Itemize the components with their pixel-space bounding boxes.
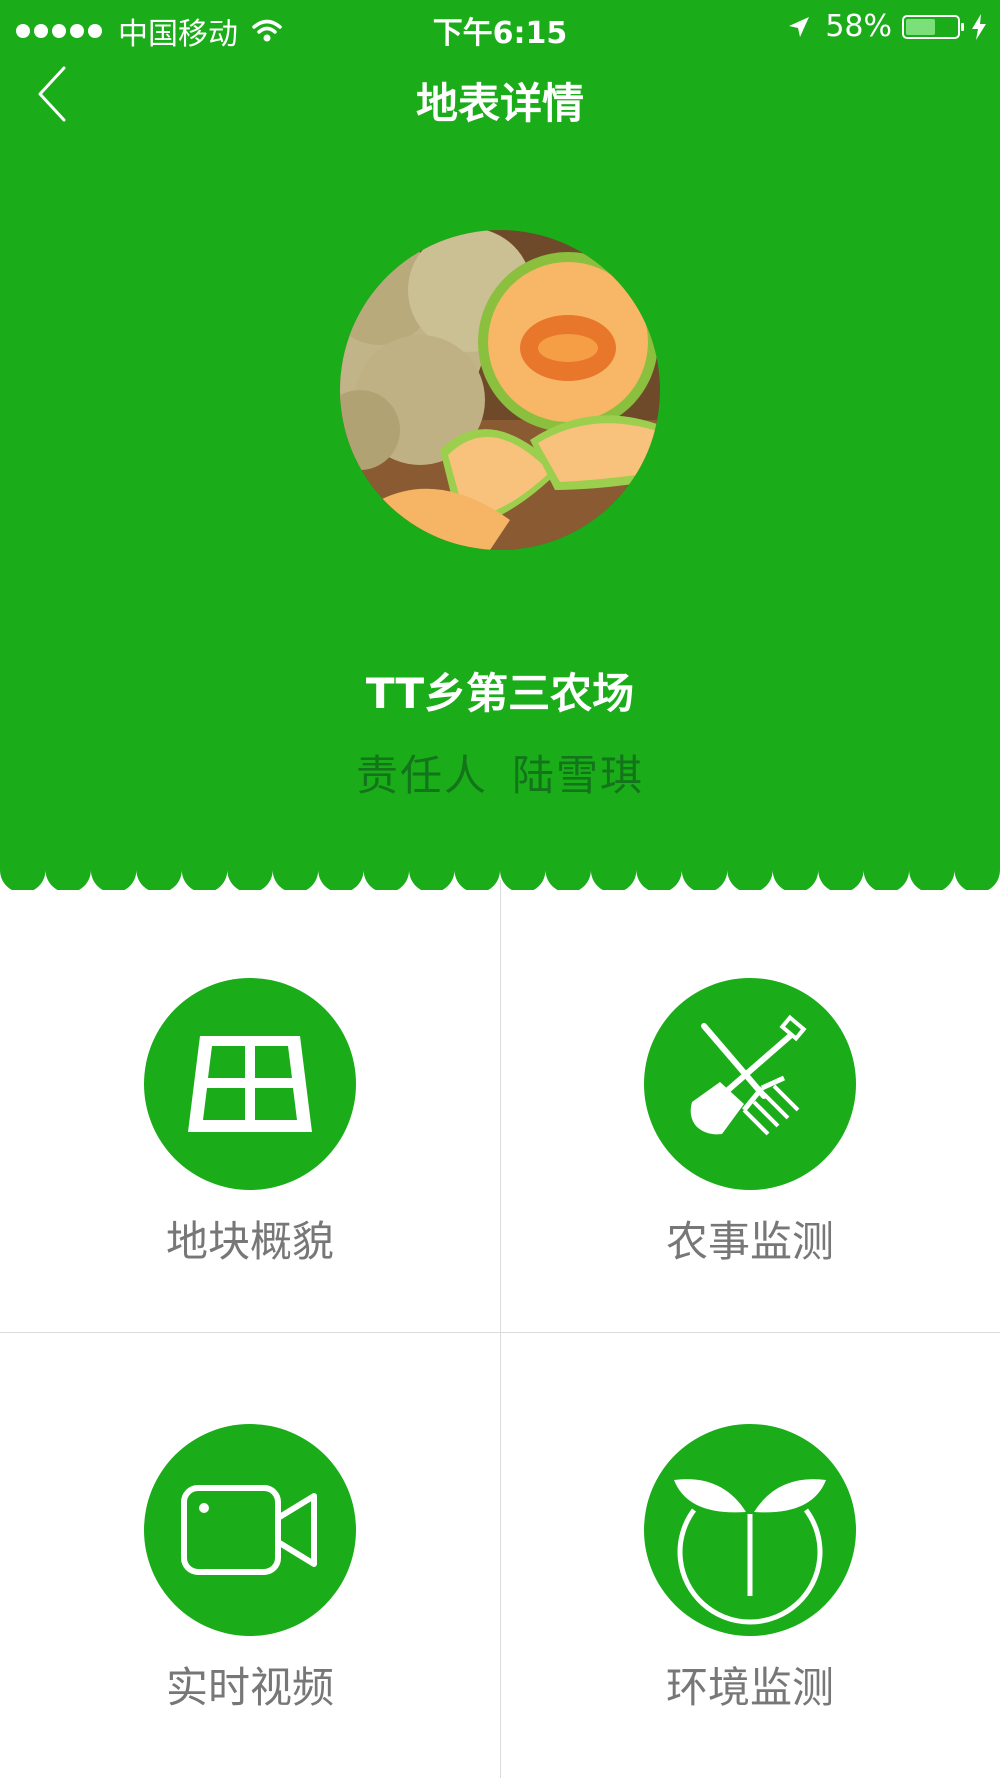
owner-label: 责任人 [355,751,488,800]
menu-label-farming-monitor: 农事监测 [665,1217,834,1266]
menu-label-environment-monitor: 环境监测 [665,1663,834,1712]
farm-name: TT乡第三农场 [365,669,635,718]
charging-bolt-icon [972,13,986,40]
menu-tile-farming-monitor[interactable]: 农事监测 [500,880,1000,1320]
farm-avatar [340,230,660,550]
shovel-fork-icon [644,978,856,1190]
menu-tile-plot-overview[interactable]: 地块概貌 [0,880,500,1320]
video-camera-icon [144,1424,356,1636]
owner-line: 责任人 陆雪琪 [0,742,1000,803]
battery-icon [902,14,964,39]
sprout-icon [644,1424,856,1636]
plot-grid-icon [144,978,356,1190]
page-title: 地表详情 [415,79,584,128]
owner-name: 陆雪琪 [512,751,645,800]
status-bar: 中国移动 下午6:15 58% [0,0,1000,56]
menu-label-plot-overview: 地块概貌 [165,1217,334,1266]
menu-tile-live-video[interactable]: 实时视频 [0,1326,500,1766]
location-arrow-icon [789,16,810,37]
battery-percent: 58% [825,9,892,44]
menu-tile-environment-monitor[interactable]: 环境监测 [500,1326,1000,1766]
menu-label-live-video: 实时视频 [165,1663,334,1712]
